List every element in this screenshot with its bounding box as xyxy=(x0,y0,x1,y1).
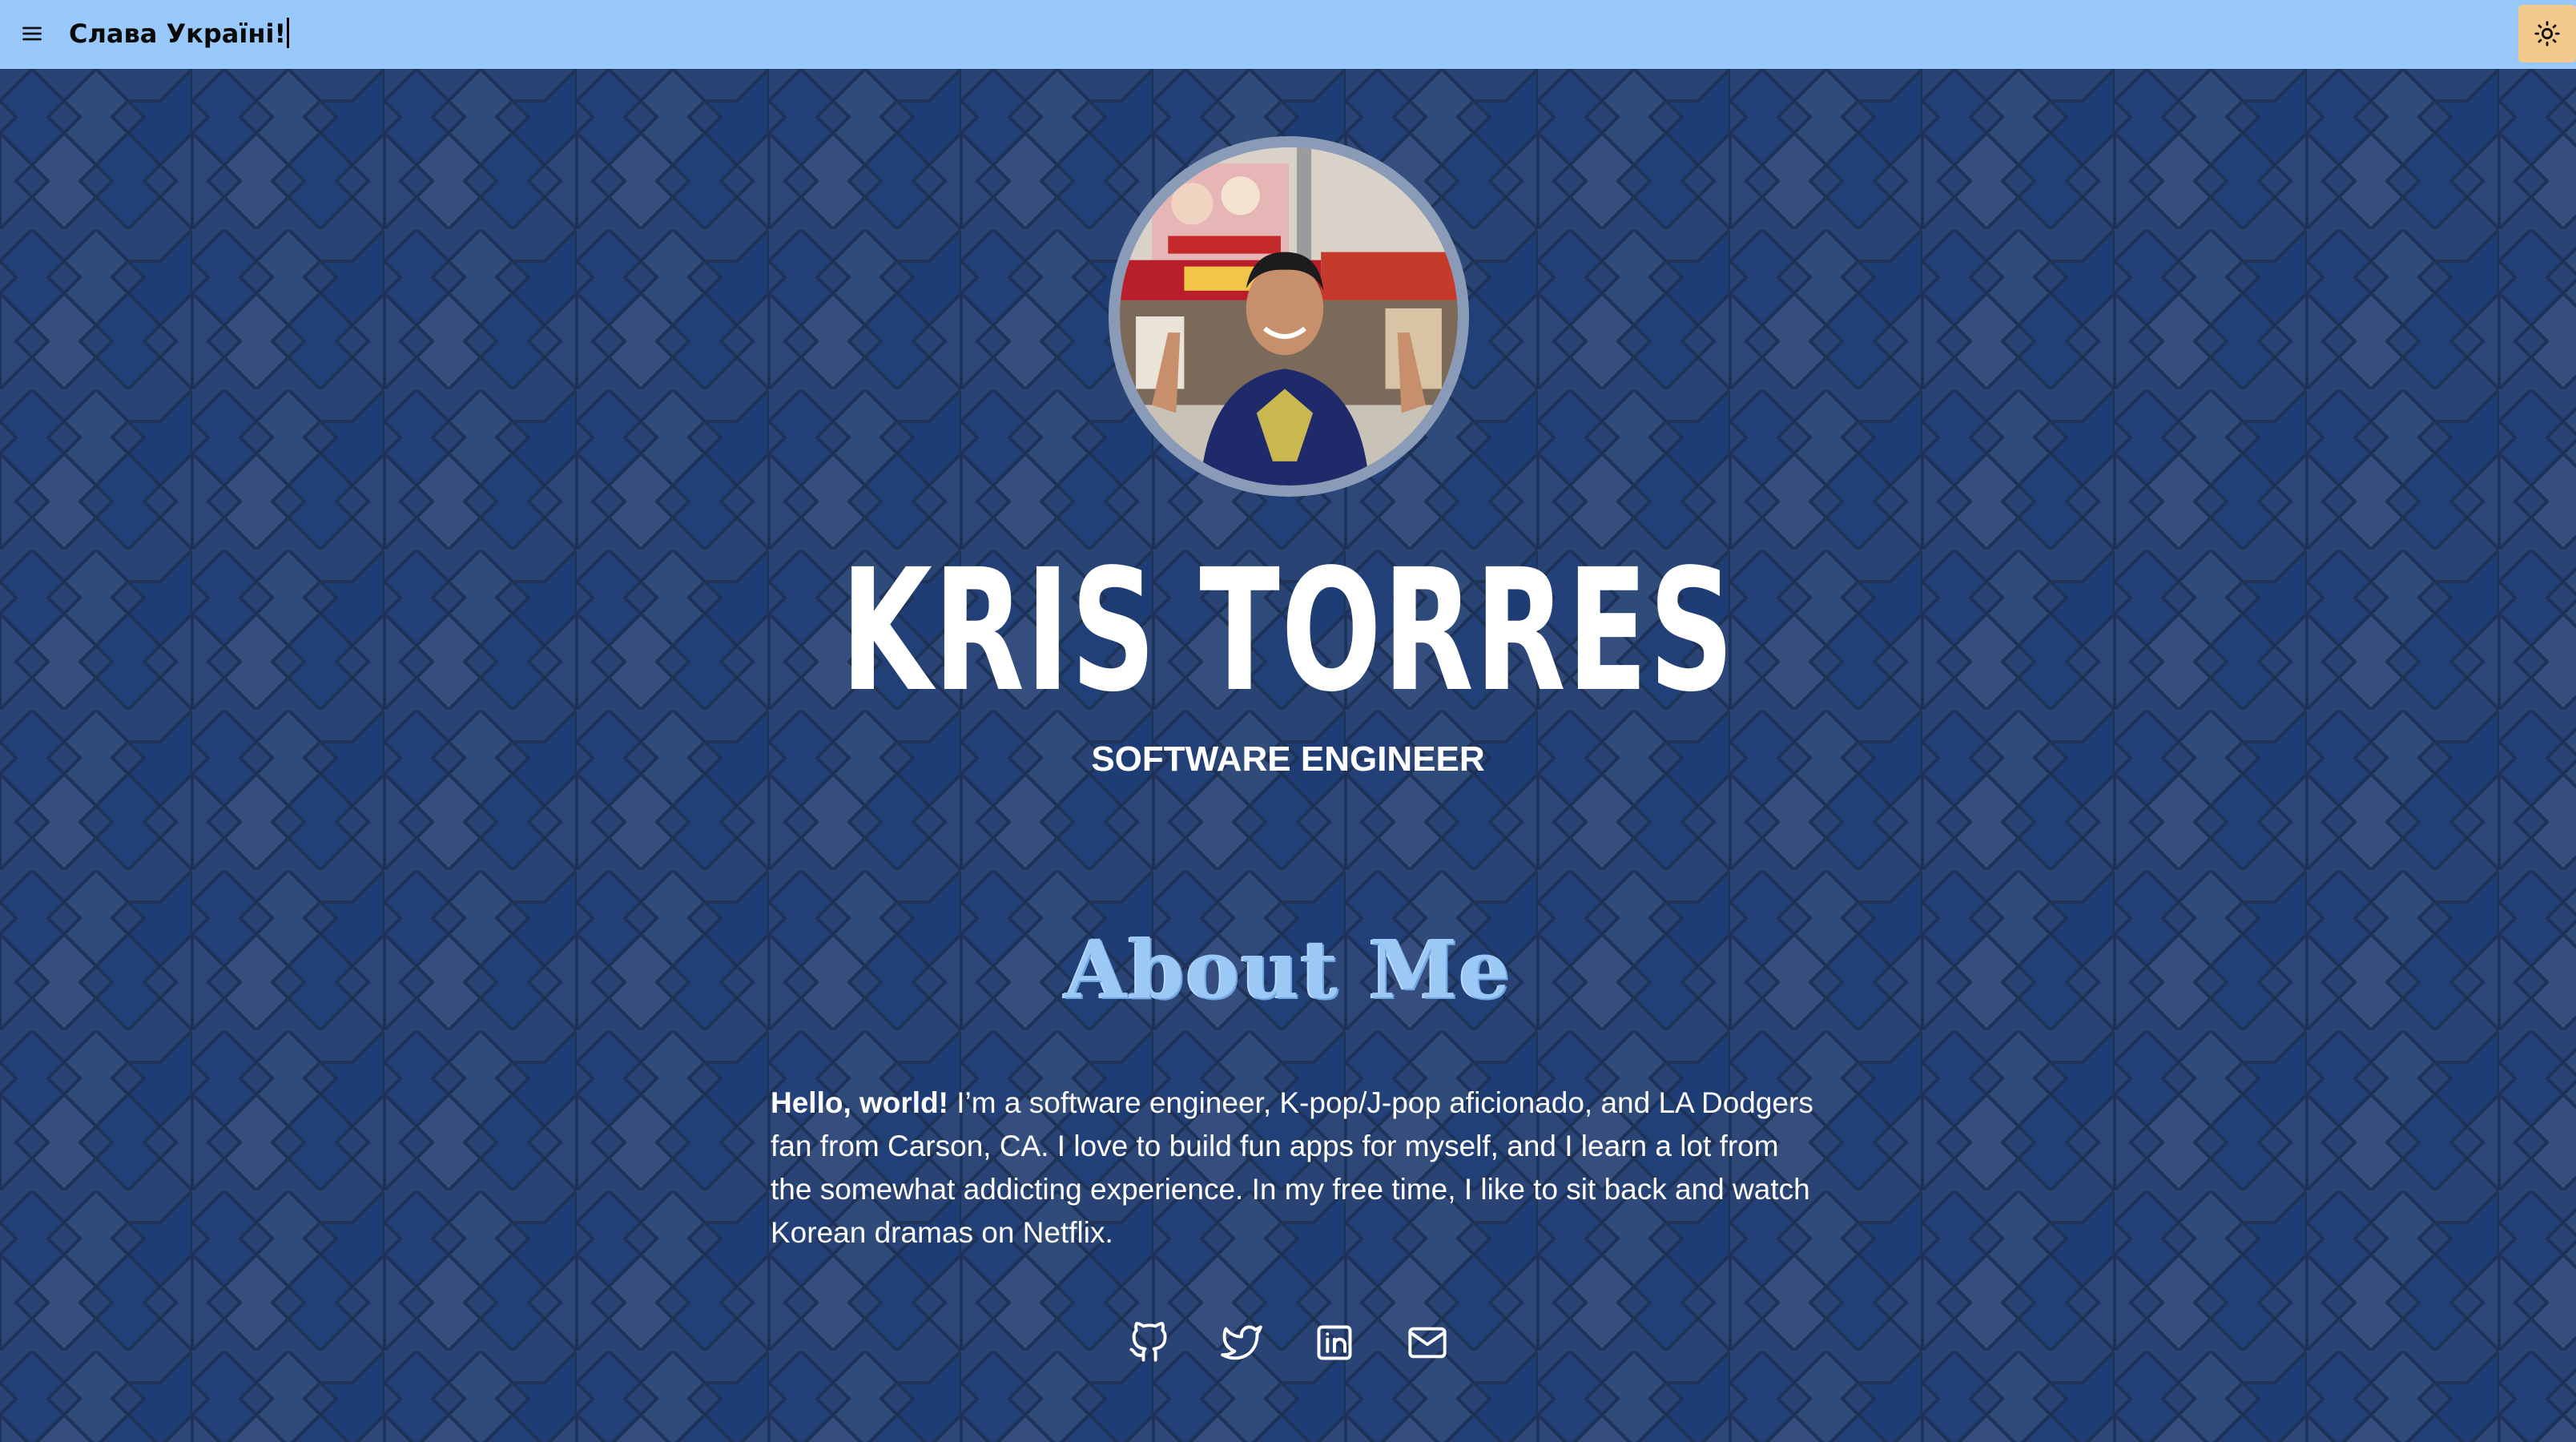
top-bar: Слава Україні! xyxy=(0,0,2576,69)
about-paragraph: Hello, world! I’m a software engineer, K… xyxy=(771,1082,1820,1255)
email-link[interactable] xyxy=(1407,1322,1448,1363)
menu-icon xyxy=(22,26,42,41)
avatar-photo xyxy=(1120,147,1458,485)
profile-name: KRIS TORRES xyxy=(840,533,1736,729)
profile-avatar xyxy=(1109,136,1469,497)
menu-button[interactable] xyxy=(11,13,53,54)
github-link[interactable] xyxy=(1128,1322,1169,1363)
sun-icon xyxy=(2534,21,2560,46)
about-intro: Hello, world! xyxy=(771,1086,948,1119)
mail-icon xyxy=(1408,1327,1447,1359)
avatar-illustration xyxy=(1120,147,1458,485)
linkedin-icon xyxy=(1317,1325,1352,1360)
twitter-link[interactable] xyxy=(1221,1322,1262,1363)
twitter-icon xyxy=(1221,1325,1262,1360)
banner-text-wrap: Слава Україні! xyxy=(69,14,290,53)
profile-title: SOFTWARE ENGINEER xyxy=(1091,739,1485,779)
theme-toggle-button[interactable] xyxy=(2518,5,2576,62)
banner-text: Слава Україні! xyxy=(69,18,287,49)
text-caret xyxy=(287,18,290,48)
linkedin-link[interactable] xyxy=(1314,1322,1355,1363)
about-heading: About Me xyxy=(1064,922,1512,1017)
social-links xyxy=(0,1322,2576,1363)
github-icon xyxy=(1129,1322,1167,1362)
